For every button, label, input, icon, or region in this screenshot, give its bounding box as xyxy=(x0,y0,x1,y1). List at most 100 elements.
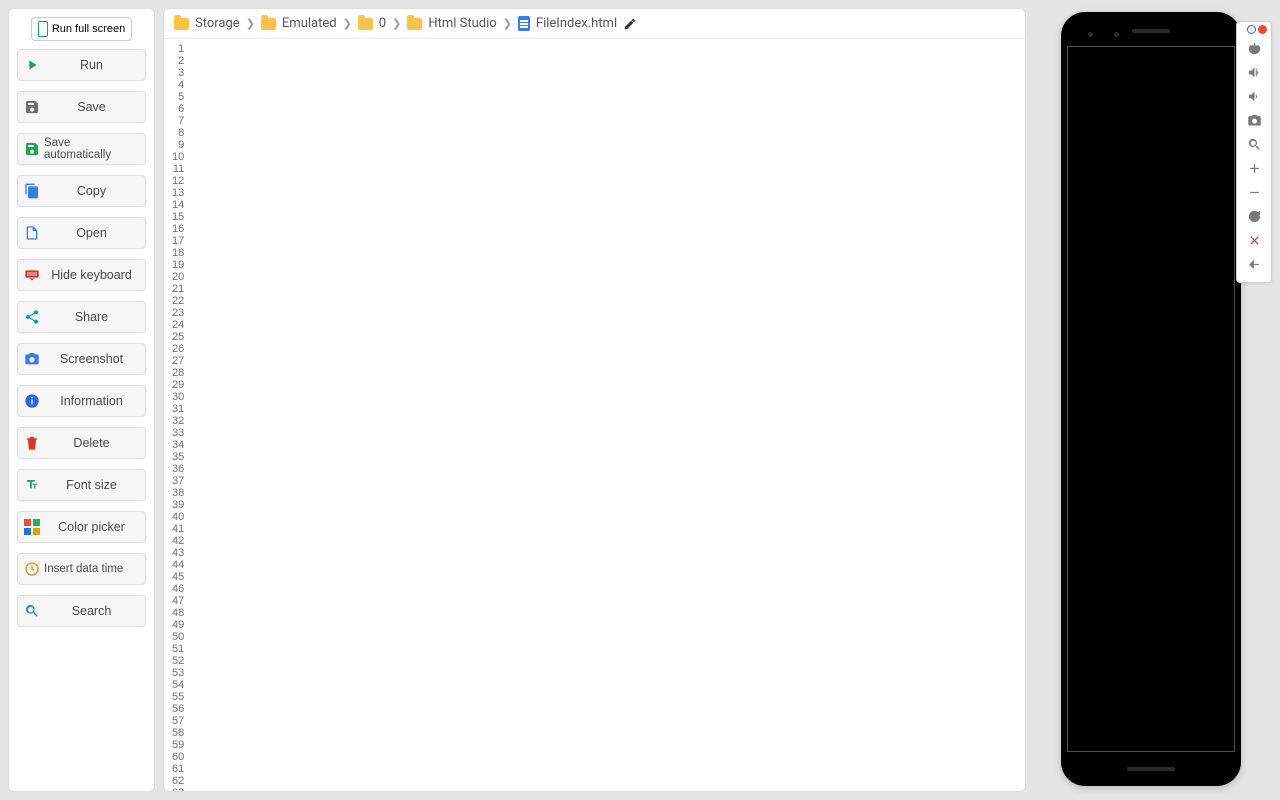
line-number: 39 xyxy=(172,499,184,511)
line-number: 52 xyxy=(172,655,184,667)
line-number: 26 xyxy=(172,343,184,355)
palette-icon xyxy=(24,519,40,535)
line-number: 7 xyxy=(172,115,184,127)
info-icon xyxy=(24,393,40,409)
line-number: 35 xyxy=(172,451,184,463)
breadcrumb-segment[interactable]: Storage xyxy=(195,16,240,31)
minimize-icon[interactable] xyxy=(1247,25,1256,34)
save-auto-icon xyxy=(24,141,40,157)
line-number: 44 xyxy=(172,559,184,571)
edit-icon[interactable] xyxy=(623,17,637,31)
line-number: 20 xyxy=(172,271,184,283)
line-number: 51 xyxy=(172,643,184,655)
breadcrumb: Storage ❯ Emulated ❯ 0 ❯ Html Studio ❯ F… xyxy=(164,9,1025,39)
line-number: 61 xyxy=(172,763,184,775)
chevron-right-icon: ❯ xyxy=(343,17,352,30)
line-number: 2 xyxy=(172,55,184,67)
line-number: 31 xyxy=(172,403,184,415)
back-button[interactable] xyxy=(1237,252,1271,276)
save-icon xyxy=(24,99,40,115)
line-number: 40 xyxy=(172,511,184,523)
breadcrumb-segment[interactable]: Emulated xyxy=(282,16,337,31)
run-fullscreen-button[interactable]: Run full screen xyxy=(31,17,132,41)
copy-button[interactable]: Copy xyxy=(17,175,146,207)
folder-icon xyxy=(358,18,373,30)
zoom-out-button[interactable] xyxy=(1237,180,1271,204)
clock-icon xyxy=(24,561,40,577)
phone-screen xyxy=(1067,46,1235,752)
line-number: 53 xyxy=(172,667,184,679)
breadcrumb-segment[interactable]: Html Studio xyxy=(428,16,496,31)
line-number: 32 xyxy=(172,415,184,427)
line-number: 60 xyxy=(172,751,184,763)
zoom-search-button[interactable] xyxy=(1237,132,1271,156)
line-number: 54 xyxy=(172,679,184,691)
sidebar: Run full screen Run Save Save automatica… xyxy=(8,8,155,792)
line-number: 25 xyxy=(172,331,184,343)
line-number: 23 xyxy=(172,307,184,319)
run-button[interactable]: Run xyxy=(17,49,146,81)
line-number: 19 xyxy=(172,259,184,271)
phone-cam-dot xyxy=(1114,32,1119,37)
save-button[interactable]: Save xyxy=(17,91,146,123)
open-button[interactable]: Open xyxy=(17,217,146,249)
editor-panel: Storage ❯ Emulated ❯ 0 ❯ Html Studio ❯ F… xyxy=(163,8,1026,792)
line-number: 6 xyxy=(172,103,184,115)
camera-button[interactable] xyxy=(1237,108,1271,132)
volume-down-button[interactable] xyxy=(1237,84,1271,108)
camera-icon xyxy=(24,351,40,367)
line-number: 55 xyxy=(172,691,184,703)
hide-keyboard-button[interactable]: Hide keyboard xyxy=(17,259,146,291)
line-number: 34 xyxy=(172,439,184,451)
line-number: 30 xyxy=(172,391,184,403)
line-number: 29 xyxy=(172,379,184,391)
chevron-right-icon: ❯ xyxy=(246,17,255,30)
line-number: 17 xyxy=(172,235,184,247)
line-number: 21 xyxy=(172,283,184,295)
code-area[interactable] xyxy=(190,39,1025,791)
line-number: 57 xyxy=(172,715,184,727)
line-number: 4 xyxy=(172,79,184,91)
line-number: 46 xyxy=(172,583,184,595)
volume-up-button[interactable] xyxy=(1237,60,1271,84)
run-fullscreen-label: Run full screen xyxy=(52,23,125,35)
power-button[interactable] xyxy=(1237,36,1271,60)
line-number: 38 xyxy=(172,487,184,499)
close-icon[interactable] xyxy=(1258,25,1267,34)
zoom-in-button[interactable] xyxy=(1237,156,1271,180)
breadcrumb-file[interactable]: FileIndex.html xyxy=(536,16,617,31)
share-button[interactable]: Share xyxy=(17,301,146,333)
save-auto-button[interactable]: Save automatically xyxy=(17,133,146,165)
folder-icon xyxy=(174,18,189,30)
breadcrumb-segment[interactable]: 0 xyxy=(379,16,386,31)
line-number: 56 xyxy=(172,703,184,715)
copy-icon xyxy=(24,183,40,199)
folder-icon xyxy=(407,18,422,30)
line-number: 27 xyxy=(172,355,184,367)
search-button[interactable]: Search xyxy=(17,595,146,627)
preview-toolbar xyxy=(1236,21,1272,283)
color-picker-button[interactable]: Color picker xyxy=(17,511,146,543)
reload-button[interactable] xyxy=(1237,204,1271,228)
insert-time-button[interactable]: Insert data time xyxy=(17,553,146,585)
file-icon xyxy=(24,225,40,241)
preview-area xyxy=(1034,8,1272,792)
line-number: 42 xyxy=(172,535,184,547)
font-size-button[interactable]: Font size xyxy=(17,469,146,501)
font-icon xyxy=(24,477,40,493)
folder-icon xyxy=(261,18,276,30)
editor-body: 1234567891011121314151617181920212223242… xyxy=(164,39,1025,791)
phone-preview[interactable] xyxy=(1061,12,1241,786)
line-number: 1 xyxy=(172,43,184,55)
line-number: 43 xyxy=(172,547,184,559)
search-icon xyxy=(24,603,40,619)
line-number: 5 xyxy=(172,91,184,103)
stop-button[interactable] xyxy=(1237,228,1271,252)
delete-button[interactable]: Delete xyxy=(17,427,146,459)
line-number: 11 xyxy=(172,163,184,175)
screenshot-button[interactable]: Screenshot xyxy=(17,343,146,375)
information-button[interactable]: Information xyxy=(17,385,146,417)
line-number: 12 xyxy=(172,175,184,187)
line-number: 10 xyxy=(172,151,184,163)
line-number: 28 xyxy=(172,367,184,379)
